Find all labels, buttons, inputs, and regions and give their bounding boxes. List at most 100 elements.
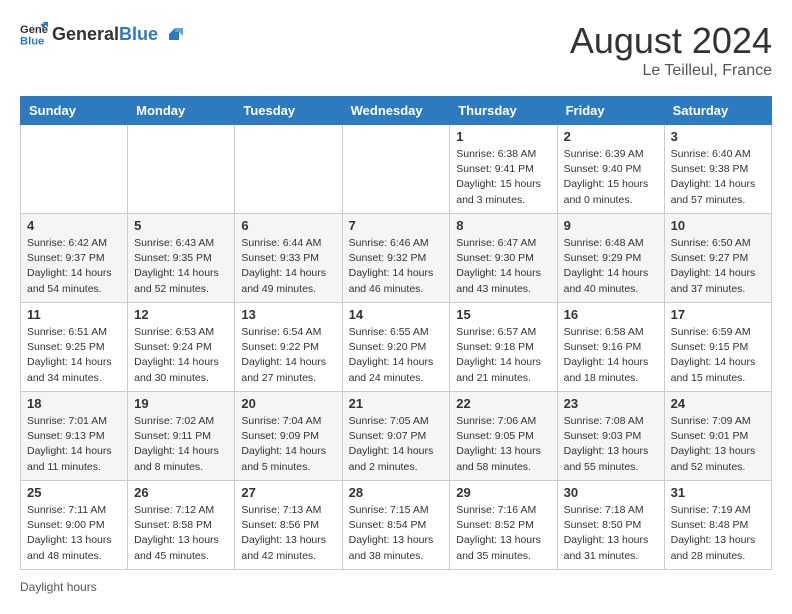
day-info: Sunrise: 6:40 AM Sunset: 9:38 PM Dayligh… bbox=[671, 147, 765, 208]
day-info: Sunrise: 6:58 AM Sunset: 9:16 PM Dayligh… bbox=[564, 325, 658, 386]
month-year-title: August 2024 bbox=[570, 20, 772, 62]
day-info: Sunrise: 6:53 AM Sunset: 9:24 PM Dayligh… bbox=[134, 325, 228, 386]
day-info: Sunrise: 7:01 AM Sunset: 9:13 PM Dayligh… bbox=[27, 414, 121, 475]
day-info: Sunrise: 7:11 AM Sunset: 9:00 PM Dayligh… bbox=[27, 503, 121, 564]
calendar-cell: 12 Sunrise: 6:53 AM Sunset: 9:24 PM Dayli… bbox=[128, 303, 235, 392]
calendar-cell: 31Sunrise: 7:19 AM Sunset: 8:48 PM Dayli… bbox=[664, 481, 771, 570]
day-number: 23 bbox=[564, 396, 658, 411]
day-info: Sunrise: 7:15 AM Sunset: 8:54 PM Dayligh… bbox=[349, 503, 444, 564]
calendar-week-row: 18 Sunrise: 7:01 AM Sunset: 9:13 PM Dayli… bbox=[21, 392, 772, 481]
calendar-cell: 24Sunrise: 7:09 AM Sunset: 9:01 PM Dayli… bbox=[664, 392, 771, 481]
day-number: 1 bbox=[456, 129, 550, 144]
calendar-cell: 26Sunrise: 7:12 AM Sunset: 8:58 PM Dayli… bbox=[128, 481, 235, 570]
calendar-day-header: Saturday bbox=[664, 97, 771, 125]
day-number: 10 bbox=[671, 218, 765, 233]
day-info: Sunrise: 7:16 AM Sunset: 8:52 PM Dayligh… bbox=[456, 503, 550, 564]
calendar-cell: 28 Sunrise: 7:15 AM Sunset: 8:54 PM Dayli… bbox=[342, 481, 450, 570]
calendar-cell: 21 Sunrise: 7:05 AM Sunset: 9:07 PM Dayli… bbox=[342, 392, 450, 481]
day-number: 6 bbox=[241, 218, 335, 233]
calendar-cell: 13 Sunrise: 6:54 AM Sunset: 9:22 PM Dayli… bbox=[235, 303, 342, 392]
calendar-cell: 5Sunrise: 6:43 AM Sunset: 9:35 PM Daylig… bbox=[128, 214, 235, 303]
day-number: 30 bbox=[564, 485, 658, 500]
calendar-cell: 30 Sunrise: 7:18 AM Sunset: 8:50 PM Dayli… bbox=[557, 481, 664, 570]
day-info: Sunrise: 6:39 AM Sunset: 9:40 PM Dayligh… bbox=[564, 147, 658, 208]
footer-text: Daylight hours bbox=[20, 580, 97, 594]
calendar-week-row: 4 Sunrise: 6:42 AM Sunset: 9:37 PM Daylig… bbox=[21, 214, 772, 303]
calendar-day-header: Monday bbox=[128, 97, 235, 125]
day-info: Sunrise: 6:47 AM Sunset: 9:30 PM Dayligh… bbox=[456, 236, 550, 297]
calendar-cell: 6 Sunrise: 6:44 AM Sunset: 9:33 PM Daylig… bbox=[235, 214, 342, 303]
day-number: 28 bbox=[349, 485, 444, 500]
day-number: 14 bbox=[349, 307, 444, 322]
calendar-table: SundayMondayTuesdayWednesdayThursdayFrid… bbox=[20, 96, 772, 570]
day-number: 22 bbox=[456, 396, 550, 411]
day-number: 27 bbox=[241, 485, 335, 500]
footer: Daylight hours bbox=[20, 580, 772, 594]
calendar-cell: 10 Sunrise: 6:50 AM Sunset: 9:27 PM Dayli… bbox=[664, 214, 771, 303]
day-info: Sunrise: 6:51 AM Sunset: 9:25 PM Dayligh… bbox=[27, 325, 121, 386]
day-info: Sunrise: 7:08 AM Sunset: 9:03 PM Dayligh… bbox=[564, 414, 658, 475]
day-info: Sunrise: 7:12 AM Sunset: 8:58 PM Dayligh… bbox=[134, 503, 228, 564]
day-number: 18 bbox=[27, 396, 121, 411]
day-info: Sunrise: 7:04 AM Sunset: 9:09 PM Dayligh… bbox=[241, 414, 335, 475]
calendar-cell: 27 Sunrise: 7:13 AM Sunset: 8:56 PM Dayli… bbox=[235, 481, 342, 570]
day-info: Sunrise: 6:43 AM Sunset: 9:35 PM Dayligh… bbox=[134, 236, 228, 297]
calendar-day-header: Wednesday bbox=[342, 97, 450, 125]
day-info: Sunrise: 6:55 AM Sunset: 9:20 PM Dayligh… bbox=[349, 325, 444, 386]
day-number: 12 bbox=[134, 307, 228, 322]
title-block: August 2024 Le Teilleul, France bbox=[570, 20, 772, 80]
calendar-cell bbox=[342, 125, 450, 214]
calendar-cell: 18 Sunrise: 7:01 AM Sunset: 9:13 PM Dayli… bbox=[21, 392, 128, 481]
day-number: 2 bbox=[564, 129, 658, 144]
day-info: Sunrise: 6:59 AM Sunset: 9:15 PM Dayligh… bbox=[671, 325, 765, 386]
calendar-cell: 20Sunrise: 7:04 AM Sunset: 9:09 PM Dayli… bbox=[235, 392, 342, 481]
calendar-week-row: 25Sunrise: 7:11 AM Sunset: 9:00 PM Dayli… bbox=[21, 481, 772, 570]
calendar-cell: 15Sunrise: 6:57 AM Sunset: 9:18 PM Dayli… bbox=[450, 303, 557, 392]
logo-text-blue: Blue bbox=[119, 24, 158, 44]
location-subtitle: Le Teilleul, France bbox=[570, 62, 772, 80]
day-info: Sunrise: 7:13 AM Sunset: 8:56 PM Dayligh… bbox=[241, 503, 335, 564]
calendar-cell: 11Sunrise: 6:51 AM Sunset: 9:25 PM Dayli… bbox=[21, 303, 128, 392]
calendar-cell: 19 Sunrise: 7:02 AM Sunset: 9:11 PM Dayli… bbox=[128, 392, 235, 481]
calendar-cell: 1 Sunrise: 6:38 AM Sunset: 9:41 PM Daylig… bbox=[450, 125, 557, 214]
day-info: Sunrise: 7:02 AM Sunset: 9:11 PM Dayligh… bbox=[134, 414, 228, 475]
calendar-cell: 16Sunrise: 6:58 AM Sunset: 9:16 PM Dayli… bbox=[557, 303, 664, 392]
day-info: Sunrise: 6:44 AM Sunset: 9:33 PM Dayligh… bbox=[241, 236, 335, 297]
calendar-cell: 25Sunrise: 7:11 AM Sunset: 9:00 PM Dayli… bbox=[21, 481, 128, 570]
calendar-cell bbox=[128, 125, 235, 214]
day-info: Sunrise: 6:46 AM Sunset: 9:32 PM Dayligh… bbox=[349, 236, 444, 297]
day-info: Sunrise: 7:19 AM Sunset: 8:48 PM Dayligh… bbox=[671, 503, 765, 564]
day-number: 8 bbox=[456, 218, 550, 233]
calendar-day-header: Thursday bbox=[450, 97, 557, 125]
logo-icon: General Blue bbox=[20, 20, 48, 48]
day-number: 19 bbox=[134, 396, 228, 411]
day-info: Sunrise: 7:05 AM Sunset: 9:07 PM Dayligh… bbox=[349, 414, 444, 475]
day-number: 9 bbox=[564, 218, 658, 233]
day-info: Sunrise: 6:42 AM Sunset: 9:37 PM Dayligh… bbox=[27, 236, 121, 297]
day-number: 7 bbox=[349, 218, 444, 233]
day-number: 4 bbox=[27, 218, 121, 233]
day-number: 29 bbox=[456, 485, 550, 500]
calendar-cell: 17 Sunrise: 6:59 AM Sunset: 9:15 PM Dayli… bbox=[664, 303, 771, 392]
svg-text:Blue: Blue bbox=[20, 35, 44, 47]
day-number: 3 bbox=[671, 129, 765, 144]
calendar-cell: 14 Sunrise: 6:55 AM Sunset: 9:20 PM Dayli… bbox=[342, 303, 450, 392]
day-number: 21 bbox=[349, 396, 444, 411]
day-number: 17 bbox=[671, 307, 765, 322]
day-number: 13 bbox=[241, 307, 335, 322]
calendar-day-header: Friday bbox=[557, 97, 664, 125]
day-number: 15 bbox=[456, 307, 550, 322]
calendar-cell: 8 Sunrise: 6:47 AM Sunset: 9:30 PM Daylig… bbox=[450, 214, 557, 303]
day-info: Sunrise: 7:09 AM Sunset: 9:01 PM Dayligh… bbox=[671, 414, 765, 475]
calendar-cell: 2 Sunrise: 6:39 AM Sunset: 9:40 PM Daylig… bbox=[557, 125, 664, 214]
calendar-cell: 22Sunrise: 7:06 AM Sunset: 9:05 PM Dayli… bbox=[450, 392, 557, 481]
calendar-day-header: Tuesday bbox=[235, 97, 342, 125]
calendar-cell bbox=[21, 125, 128, 214]
calendar-header-row: SundayMondayTuesdayWednesdayThursdayFrid… bbox=[21, 97, 772, 125]
calendar-cell bbox=[235, 125, 342, 214]
day-info: Sunrise: 6:38 AM Sunset: 9:41 PM Dayligh… bbox=[456, 147, 550, 208]
day-info: Sunrise: 6:50 AM Sunset: 9:27 PM Dayligh… bbox=[671, 236, 765, 297]
day-info: Sunrise: 7:18 AM Sunset: 8:50 PM Dayligh… bbox=[564, 503, 658, 564]
calendar-cell: 29 Sunrise: 7:16 AM Sunset: 8:52 PM Dayli… bbox=[450, 481, 557, 570]
day-info: Sunrise: 6:54 AM Sunset: 9:22 PM Dayligh… bbox=[241, 325, 335, 386]
